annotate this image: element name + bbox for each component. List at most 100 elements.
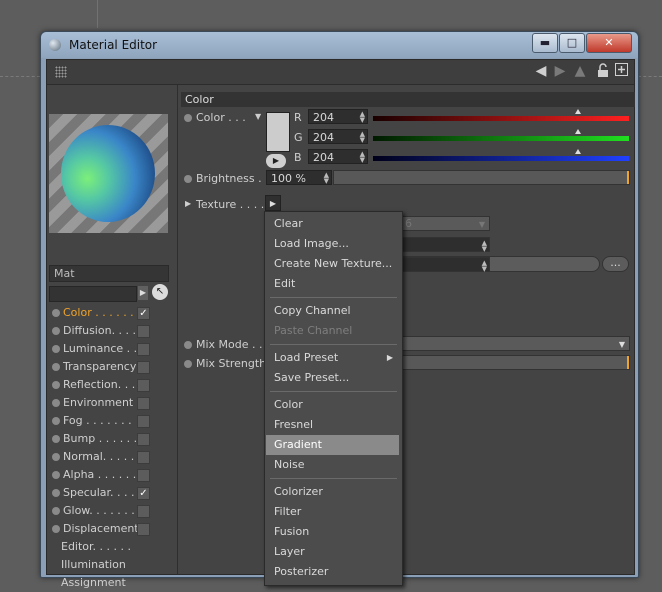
brightness-anim-dot[interactable] [184,175,192,183]
r-value-field[interactable]: 204 ▲ ▼ [308,109,368,124]
forward-arrow-icon[interactable]: ▶ [551,63,569,79]
chevron-down-icon-mix[interactable]: ▼ [619,337,625,352]
channel-checkbox[interactable] [137,469,150,482]
menu-item[interactable]: Fresnel [266,415,399,435]
unlock-icon[interactable] [596,63,610,79]
menu-item[interactable]: Colorizer [266,482,399,502]
up-arrow-icon[interactable]: ▲ [571,63,589,79]
menu-item[interactable]: Load Image... [266,234,399,254]
menu-item[interactable]: Posterizer [266,562,399,582]
menu-item[interactable]: Copy Channel [266,301,399,321]
material-preview[interactable] [49,114,168,233]
channel-item[interactable]: Environment [49,394,169,412]
close-button[interactable]: ✕ [586,33,632,53]
channel-checkbox[interactable] [137,325,150,338]
channel-item[interactable]: Luminance . . [49,340,169,358]
channel-item[interactable]: Normal. . . . . [49,448,169,466]
b-slider[interactable] [373,149,629,161]
grip-icon[interactable] [55,66,67,78]
mix-strength-anim-dot[interactable] [184,360,192,368]
channel-item[interactable]: Displacement [49,520,169,538]
material-name-field[interactable]: Mat [49,265,169,282]
color-options-button[interactable]: ▶ [266,154,286,168]
channel-checkbox[interactable] [137,343,150,356]
menu-item-label: Color [274,398,303,411]
menu-item[interactable]: Gradient [266,435,399,455]
color-swatch[interactable] [266,112,290,152]
channel-checkbox[interactable] [137,433,150,446]
brightness-spinner-icon[interactable]: ▲ ▼ [324,172,329,185]
mix-mode-anim-dot[interactable] [184,341,192,349]
channel-item[interactable]: Fog . . . . . . . [49,412,169,430]
b-spinner-icon[interactable]: ▲ ▼ [360,151,365,164]
texture-sub-field-2[interactable]: ▲ ▼ [400,237,490,253]
g-value-field[interactable]: 204 ▲ ▼ [308,129,368,144]
texture-sub-field[interactable]: 6 ▼ [400,216,490,231]
channel-item[interactable]: Glow. . . . . . . [49,502,169,520]
brightness-label: Brightness . . [196,172,269,185]
menu-item[interactable]: Clear [266,214,399,234]
b-value-field[interactable]: 204 ▲ ▼ [308,149,368,164]
title-bar[interactable]: Material Editor ▬ □ ✕ [41,32,638,58]
mix-strength-slider[interactable] [400,355,630,370]
menu-item-label: Fusion [274,525,310,538]
channel-checkbox[interactable] [137,415,150,428]
menu-item[interactable]: Load Preset ▶ [266,348,399,368]
channel-item[interactable]: Diffusion. . . . [49,322,169,340]
channel-item[interactable]: Bump . . . . . . [49,430,169,448]
menu-item[interactable]: Color [266,395,399,415]
channel-checkbox[interactable] [137,397,150,410]
menu-item[interactable]: Save Preset... [266,368,399,388]
spinner-icon-2[interactable]: ▲ ▼ [482,260,487,273]
channel-checkbox[interactable] [137,379,150,392]
chevron-down-icon[interactable]: ▼ [479,217,485,232]
brightness-value-field[interactable]: 100 % ▲ ▼ [266,170,332,185]
g-slider-handle[interactable] [574,129,581,134]
g-slider[interactable] [373,129,629,141]
other-item[interactable]: Editor. . . . . . [49,538,169,556]
texture-sub-field-3[interactable]: ▲ ▼ [400,257,490,273]
channel-checkbox[interactable]: ✓ [137,487,150,500]
other-item[interactable]: Assignment [49,574,169,592]
minimize-button[interactable]: ▬ [532,33,558,53]
menu-item[interactable]: Layer [266,542,399,562]
channel-checkbox[interactable]: ✓ [137,307,150,320]
channel-checkbox[interactable] [137,523,150,536]
channel-item[interactable]: Transparency [49,358,169,376]
menu-item-label: Save Preset... [274,371,350,384]
menu-item[interactable]: Noise [266,455,399,475]
brightness-slider[interactable] [333,170,630,185]
back-arrow-icon[interactable]: ◀ [532,63,550,79]
b-slider-handle[interactable] [574,149,581,154]
r-slider-handle[interactable] [574,109,581,114]
filter-arrow-icon[interactable]: ▶ [138,286,148,300]
pointer-icon[interactable]: ↖ [152,284,168,300]
channel-item[interactable]: Reflection. . . [49,376,169,394]
texture-expand-icon[interactable]: ▶ [185,199,191,208]
r-spinner-icon[interactable]: ▲ ▼ [360,111,365,124]
color-anim-dot[interactable] [184,114,192,122]
color-mode-arrow-icon[interactable]: ▼ [255,112,261,121]
channel-checkbox[interactable] [137,361,150,374]
channel-checkbox[interactable] [137,505,150,518]
channel-item[interactable]: Alpha . . . . . . [49,466,169,484]
g-spinner-icon[interactable]: ▲ ▼ [360,131,365,144]
r-slider[interactable] [373,109,629,121]
spinner-icon[interactable]: ▲ ▼ [482,240,487,253]
channel-item[interactable]: Color . . . . . . ✓ [49,304,169,322]
channel-checkbox[interactable] [137,451,150,464]
menu-item[interactable]: Filter [266,502,399,522]
texture-more-button[interactable]: ... [602,256,629,272]
texture-menu-button[interactable]: ▶ [265,195,281,211]
menu-item[interactable]: Edit [266,274,399,294]
channel-item[interactable]: Specular. . . . ✓ [49,484,169,502]
new-panel-icon[interactable] [614,63,628,79]
mix-mode-dropdown[interactable]: ▼ [400,336,630,351]
channel-filter-input[interactable] [49,286,137,302]
maximize-button[interactable]: □ [559,33,585,53]
menu-item[interactable]: Create New Texture... [266,254,399,274]
menu-item[interactable]: Fusion [266,522,399,542]
other-item[interactable]: Illumination [49,556,169,574]
channel-dot [52,363,60,371]
channel-label: Color . . . . . . [63,306,134,319]
